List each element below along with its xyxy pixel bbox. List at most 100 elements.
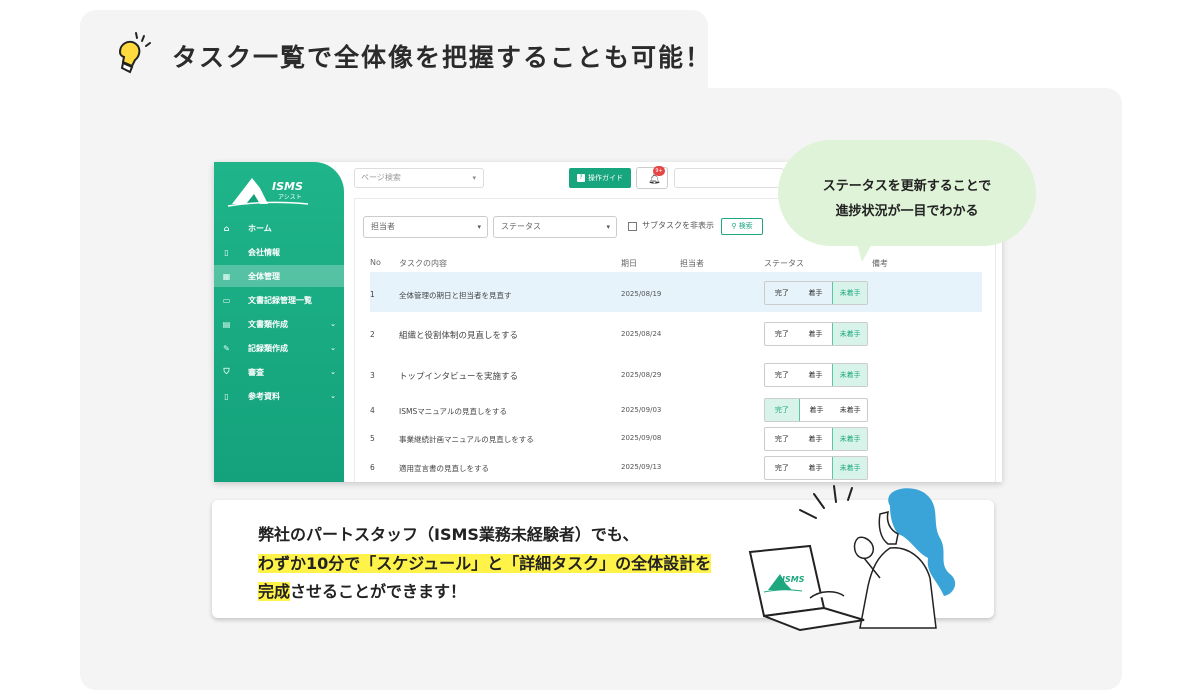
row-no: 2 bbox=[370, 330, 375, 339]
column-header-no: No bbox=[370, 258, 381, 267]
note-line2: わずか10分で「スケジュール」と「詳細タスク」の全体設計を bbox=[258, 550, 712, 574]
sidebar-item-label: 全体管理 bbox=[248, 271, 280, 281]
caret-down-icon: ▾ bbox=[477, 223, 481, 231]
column-header-due: 期日 bbox=[621, 259, 637, 268]
grid-icon: ▦ bbox=[222, 271, 231, 281]
row-task[interactable]: 組織と役割体制の見直しをする bbox=[399, 329, 518, 341]
column-header-task: タスクの内容 bbox=[399, 259, 447, 268]
status-in-progress[interactable]: 着手 bbox=[800, 399, 834, 421]
sidebar-item-label: ホーム bbox=[248, 223, 272, 233]
note-line1: 弊社のパートスタッフ（ISMS業務未経験者）でも、 bbox=[258, 525, 639, 544]
assignee-select[interactable]: 担当者 ▾ bbox=[363, 216, 488, 238]
lightbulb-icon bbox=[118, 32, 151, 74]
status-not-started[interactable]: 未着手 bbox=[832, 428, 868, 450]
row-no: 4 bbox=[370, 406, 375, 415]
row-task[interactable]: 事業継続計画マニュアルの見直しをする bbox=[399, 434, 534, 445]
status-select[interactable]: ステータス ▾ bbox=[493, 216, 617, 238]
person-with-laptop-illustration: ISMS bbox=[748, 485, 956, 632]
status-in-progress[interactable]: 着手 bbox=[799, 364, 833, 386]
sidebar-item-company[interactable]: ▯ 会社情報 bbox=[214, 241, 344, 263]
building-icon: ▯ bbox=[224, 247, 229, 257]
note-line3: 完成させることができます！ bbox=[258, 578, 466, 602]
status-complete[interactable]: 完了 bbox=[765, 457, 799, 479]
row-due: 2025/09/03 bbox=[621, 406, 662, 414]
svg-text:ISMS: ISMS bbox=[272, 180, 303, 193]
bubble-text-line2: 進捗状況が一目でわかる bbox=[835, 204, 979, 219]
svg-text:ISMS: ISMS bbox=[782, 575, 805, 584]
row-due: 2025/09/08 bbox=[621, 434, 662, 442]
sidebar-item-label: 審査 bbox=[248, 367, 264, 377]
row-task[interactable]: 適用宣言書の見直しをする bbox=[399, 463, 489, 474]
guide-button-label: 操作ガイド bbox=[588, 174, 623, 182]
status-in-progress[interactable]: 着手 bbox=[799, 282, 833, 304]
row-task[interactable]: 全体管理の期日と担当者を見直す bbox=[399, 290, 512, 301]
home-icon: ⌂ bbox=[223, 223, 230, 233]
question-icon: ? bbox=[577, 174, 585, 182]
search-button-label: 検索 bbox=[738, 222, 753, 230]
sidebar-item-label: 会社情報 bbox=[248, 247, 280, 257]
sidebar-item-doc-records[interactable]: ▭ 文書記録管理一覧 bbox=[214, 289, 344, 311]
status-toggle: 完了 着手 未着手 bbox=[764, 398, 868, 422]
status-complete[interactable]: 完了 bbox=[765, 364, 799, 386]
status-in-progress[interactable]: 着手 bbox=[799, 457, 833, 479]
page-search-placeholder: ページ検索 bbox=[361, 173, 401, 182]
status-complete[interactable]: 完了 bbox=[765, 323, 799, 345]
row-no: 3 bbox=[370, 371, 375, 380]
status-in-progress[interactable]: 着手 bbox=[799, 323, 833, 345]
sidebar-item-label: 記録類作成 bbox=[248, 343, 288, 353]
status-not-started[interactable]: 未着手 bbox=[832, 323, 868, 345]
status-toggle: 完了 着手 未着手 bbox=[764, 456, 868, 480]
svg-text:アシスト: アシスト bbox=[278, 194, 302, 201]
sidebar-item-overall[interactable]: ▦ 全体管理 bbox=[214, 265, 344, 287]
chevron-down-icon: ⌄ bbox=[330, 344, 336, 352]
column-header-assignee: 担当者 bbox=[680, 259, 704, 268]
row-due: 2025/09/13 bbox=[621, 463, 662, 471]
status-toggle: 完了 着手 未着手 bbox=[764, 363, 868, 387]
caret-down-icon: ▾ bbox=[606, 223, 610, 231]
row-no: 6 bbox=[370, 463, 375, 472]
status-complete[interactable]: 完了 bbox=[765, 428, 799, 450]
pencil-icon: ✎ bbox=[223, 343, 230, 353]
row-task[interactable]: トップインタビューを実施する bbox=[399, 370, 518, 382]
hide-subtasks-checkbox[interactable] bbox=[628, 222, 637, 231]
row-due: 2025/08/19 bbox=[621, 290, 662, 298]
status-placeholder: ステータス bbox=[501, 222, 541, 231]
row-task[interactable]: ISMSマニュアルの見直しをする bbox=[399, 406, 507, 417]
hide-subtasks-label: サブタスクを非表示 bbox=[642, 221, 714, 230]
sidebar-item-audit[interactable]: ⛉ 審査 ⌄ bbox=[214, 361, 344, 383]
sidebar-item-doc-create[interactable]: ▤ 文書類作成 ⌄ bbox=[214, 313, 344, 335]
isms-logo: ISMS アシスト bbox=[227, 178, 309, 207]
search-button[interactable]: ⚲ 検索 bbox=[721, 218, 763, 235]
top-search-input[interactable] bbox=[674, 168, 784, 188]
page-search-select[interactable]: ページ検索 ▾ bbox=[354, 168, 484, 188]
status-not-started[interactable]: 未着手 bbox=[832, 457, 868, 479]
sidebar-item-label: 文書類作成 bbox=[248, 319, 288, 329]
document-icon: ▤ bbox=[222, 319, 231, 329]
note-line3-highlight: 完成 bbox=[258, 582, 291, 601]
book-icon: ▯ bbox=[224, 391, 229, 401]
bubble-text-line1: ステータスを更新することで bbox=[822, 179, 992, 194]
assignee-placeholder: 担当者 bbox=[371, 222, 395, 231]
sidebar-item-home[interactable]: ⌂ ホーム bbox=[214, 217, 344, 239]
row-due: 2025/08/29 bbox=[621, 371, 662, 379]
status-toggle: 完了 着手 未着手 bbox=[764, 427, 868, 451]
folder-icon: ▭ bbox=[222, 295, 231, 305]
guide-button[interactable]: ? 操作ガイド bbox=[569, 168, 631, 188]
chevron-down-icon: ⌄ bbox=[330, 392, 336, 400]
sidebar-item-label: 参考資料 bbox=[248, 391, 280, 401]
status-not-started[interactable]: 未着手 bbox=[833, 399, 867, 421]
search-icon: ⚲ bbox=[731, 222, 737, 230]
chevron-down-icon: ⌄ bbox=[330, 368, 336, 376]
note-line2-highlight: わずか10分で「スケジュール」と「詳細タスク」の全体設計を bbox=[258, 554, 712, 573]
status-not-started[interactable]: 未着手 bbox=[832, 364, 868, 386]
sidebar-item-references[interactable]: ▯ 参考資料 ⌄ bbox=[214, 385, 344, 407]
sidebar-item-record-create[interactable]: ✎ 記録類作成 ⌄ bbox=[214, 337, 344, 359]
note-line3-rest: させることができます！ bbox=[290, 582, 467, 601]
status-complete[interactable]: 完了 bbox=[765, 399, 800, 421]
status-complete[interactable]: 完了 bbox=[765, 282, 799, 304]
shield-check-icon: ⛉ bbox=[223, 367, 230, 376]
status-not-started[interactable]: 未着手 bbox=[832, 282, 868, 304]
status-in-progress[interactable]: 着手 bbox=[799, 428, 833, 450]
notification-button[interactable]: 🔔︎ 9+ bbox=[636, 166, 668, 189]
row-no: 5 bbox=[370, 434, 375, 443]
